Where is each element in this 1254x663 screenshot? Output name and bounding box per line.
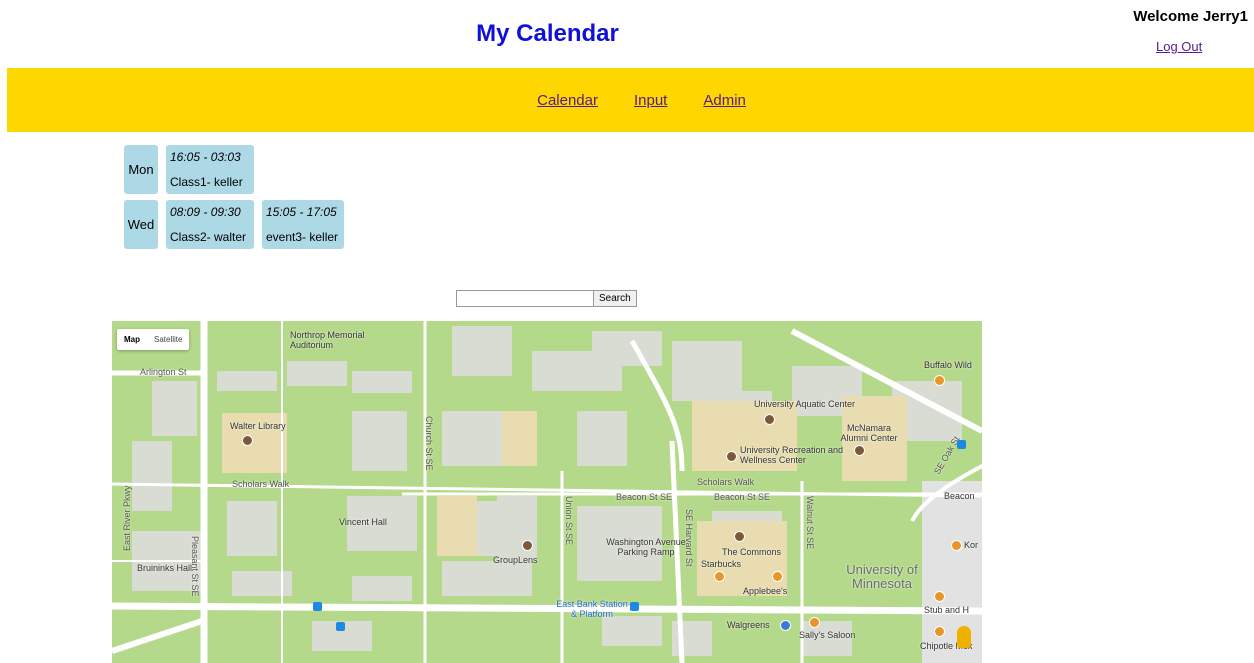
- map-label-beacon: Beacon St SE: [616, 492, 673, 502]
- map-graphics: [112, 321, 982, 663]
- transit-icon: [313, 602, 322, 611]
- day-row-wed: Wed 08:09 - 09:30 Class2- walter 15:05 -…: [124, 200, 352, 249]
- logout-link[interactable]: Log Out: [1156, 39, 1202, 54]
- map-label-aquatic: University Aquatic Center: [754, 399, 856, 409]
- event-time: 16:05 - 03:03: [170, 150, 241, 165]
- map-label-walter-library: Walter Library: [230, 421, 286, 431]
- map-label-applebees: Applebee's: [743, 586, 788, 596]
- map-type-control: Map Satellite: [117, 329, 190, 350]
- coffee-icon: [714, 571, 725, 582]
- map-label-beacon: Beacon St SE: [714, 492, 771, 502]
- weekly-schedule: Mon 16:05 - 03:03 Class1- keller Wed 08:…: [124, 145, 352, 255]
- nav-bar: Calendar Input Admin: [7, 68, 1254, 132]
- bar-icon: [809, 617, 820, 628]
- transit-icon: [336, 622, 345, 631]
- map-label-northrop: Northrop Memorial Auditorium: [290, 330, 365, 350]
- place-icon: [726, 451, 737, 462]
- welcome-text: Welcome Jerry1: [1133, 8, 1248, 25]
- restaurant-icon: [934, 375, 945, 386]
- page-title: My Calendar: [476, 20, 619, 47]
- event-title: event3- keller: [266, 229, 339, 244]
- map-label-east-bank: East Bank Station & Platform: [556, 599, 628, 619]
- landmark-icon: [854, 445, 865, 456]
- map-label-vincent-hall: Vincent Hall: [339, 517, 387, 527]
- search-input[interactable]: [456, 290, 594, 307]
- map-label-east-river: East River Pkwy: [122, 485, 132, 551]
- map-label-scholars-walk: Scholars Walk: [697, 477, 755, 487]
- map-label-mcnamara: McNamara Alumni Center: [840, 423, 898, 443]
- shop-icon: [780, 620, 791, 631]
- satellite-view-button[interactable]: Satellite: [147, 329, 189, 350]
- street-view-pegman-icon[interactable]: [957, 626, 971, 648]
- library-icon: [242, 435, 253, 446]
- map-label-union: Union St SE: [564, 496, 574, 546]
- map-label-pleasant: Pleasant St SE: [190, 536, 200, 597]
- place-icon: [522, 540, 533, 551]
- day-label: Wed: [124, 200, 158, 249]
- bar-icon: [934, 591, 945, 602]
- restaurant-icon: [772, 571, 783, 582]
- nav-calendar-link[interactable]: Calendar: [537, 92, 598, 109]
- event-time: 15:05 - 17:05: [266, 205, 337, 220]
- transit-icon: [630, 602, 639, 611]
- event-title: Class1- keller: [170, 174, 243, 189]
- map-view-button[interactable]: Map: [117, 329, 147, 350]
- place-icon: [734, 531, 745, 542]
- restaurant-icon: [951, 540, 962, 551]
- nav-admin-link[interactable]: Admin: [703, 92, 746, 109]
- map-label-stub: Stub and H: [924, 605, 970, 615]
- event-title: Class2- walter: [170, 229, 247, 244]
- search-bar: Search: [456, 290, 637, 307]
- map-label-bruininks: Bruininks Hall: [137, 563, 193, 573]
- map-label-washington-ramp: Washington Avenue Parking Ramp: [606, 537, 686, 557]
- map-label-umn: University of Minnesota: [846, 562, 918, 591]
- event-time: 08:09 - 09:30: [170, 205, 241, 220]
- map-label-starbucks: Starbucks: [701, 559, 742, 569]
- map-label-scholars-walk: Scholars Walk: [232, 479, 290, 489]
- search-button[interactable]: Search: [593, 290, 637, 307]
- nav-input-link[interactable]: Input: [634, 92, 667, 109]
- restaurant-icon: [934, 626, 945, 637]
- map-label-church: Church St SE: [424, 416, 434, 471]
- map-label-walgreens: Walgreens: [727, 620, 770, 630]
- map-label-buffalo: Buffalo Wild: [924, 360, 972, 370]
- map-label-kor: Kor: [964, 540, 979, 550]
- map-label-walnut: Walnut St SE: [805, 496, 815, 550]
- swim-icon: [764, 414, 775, 425]
- map-label-rec-center: University Recreation and Wellness Cente…: [740, 445, 844, 465]
- map-label-beacon-right: Beacon: [944, 491, 975, 501]
- transit-icon: [957, 440, 966, 449]
- map-label-sallys: Sally's Saloon: [799, 630, 856, 640]
- map-label-arlington: Arlington St: [140, 367, 187, 377]
- campus-map[interactable]: Map Satellite Northrop Memorial Auditori…: [112, 321, 982, 663]
- event-card[interactable]: 15:05 - 17:05 event3- keller: [262, 200, 344, 249]
- event-card[interactable]: 16:05 - 03:03 Class1- keller: [166, 145, 254, 194]
- day-row-mon: Mon 16:05 - 03:03 Class1- keller: [124, 145, 352, 194]
- map-label-grouplens: GroupLens: [493, 555, 538, 565]
- event-card[interactable]: 08:09 - 09:30 Class2- walter: [166, 200, 254, 249]
- day-label: Mon: [124, 145, 158, 194]
- map-label-commons: The Commons: [722, 547, 782, 557]
